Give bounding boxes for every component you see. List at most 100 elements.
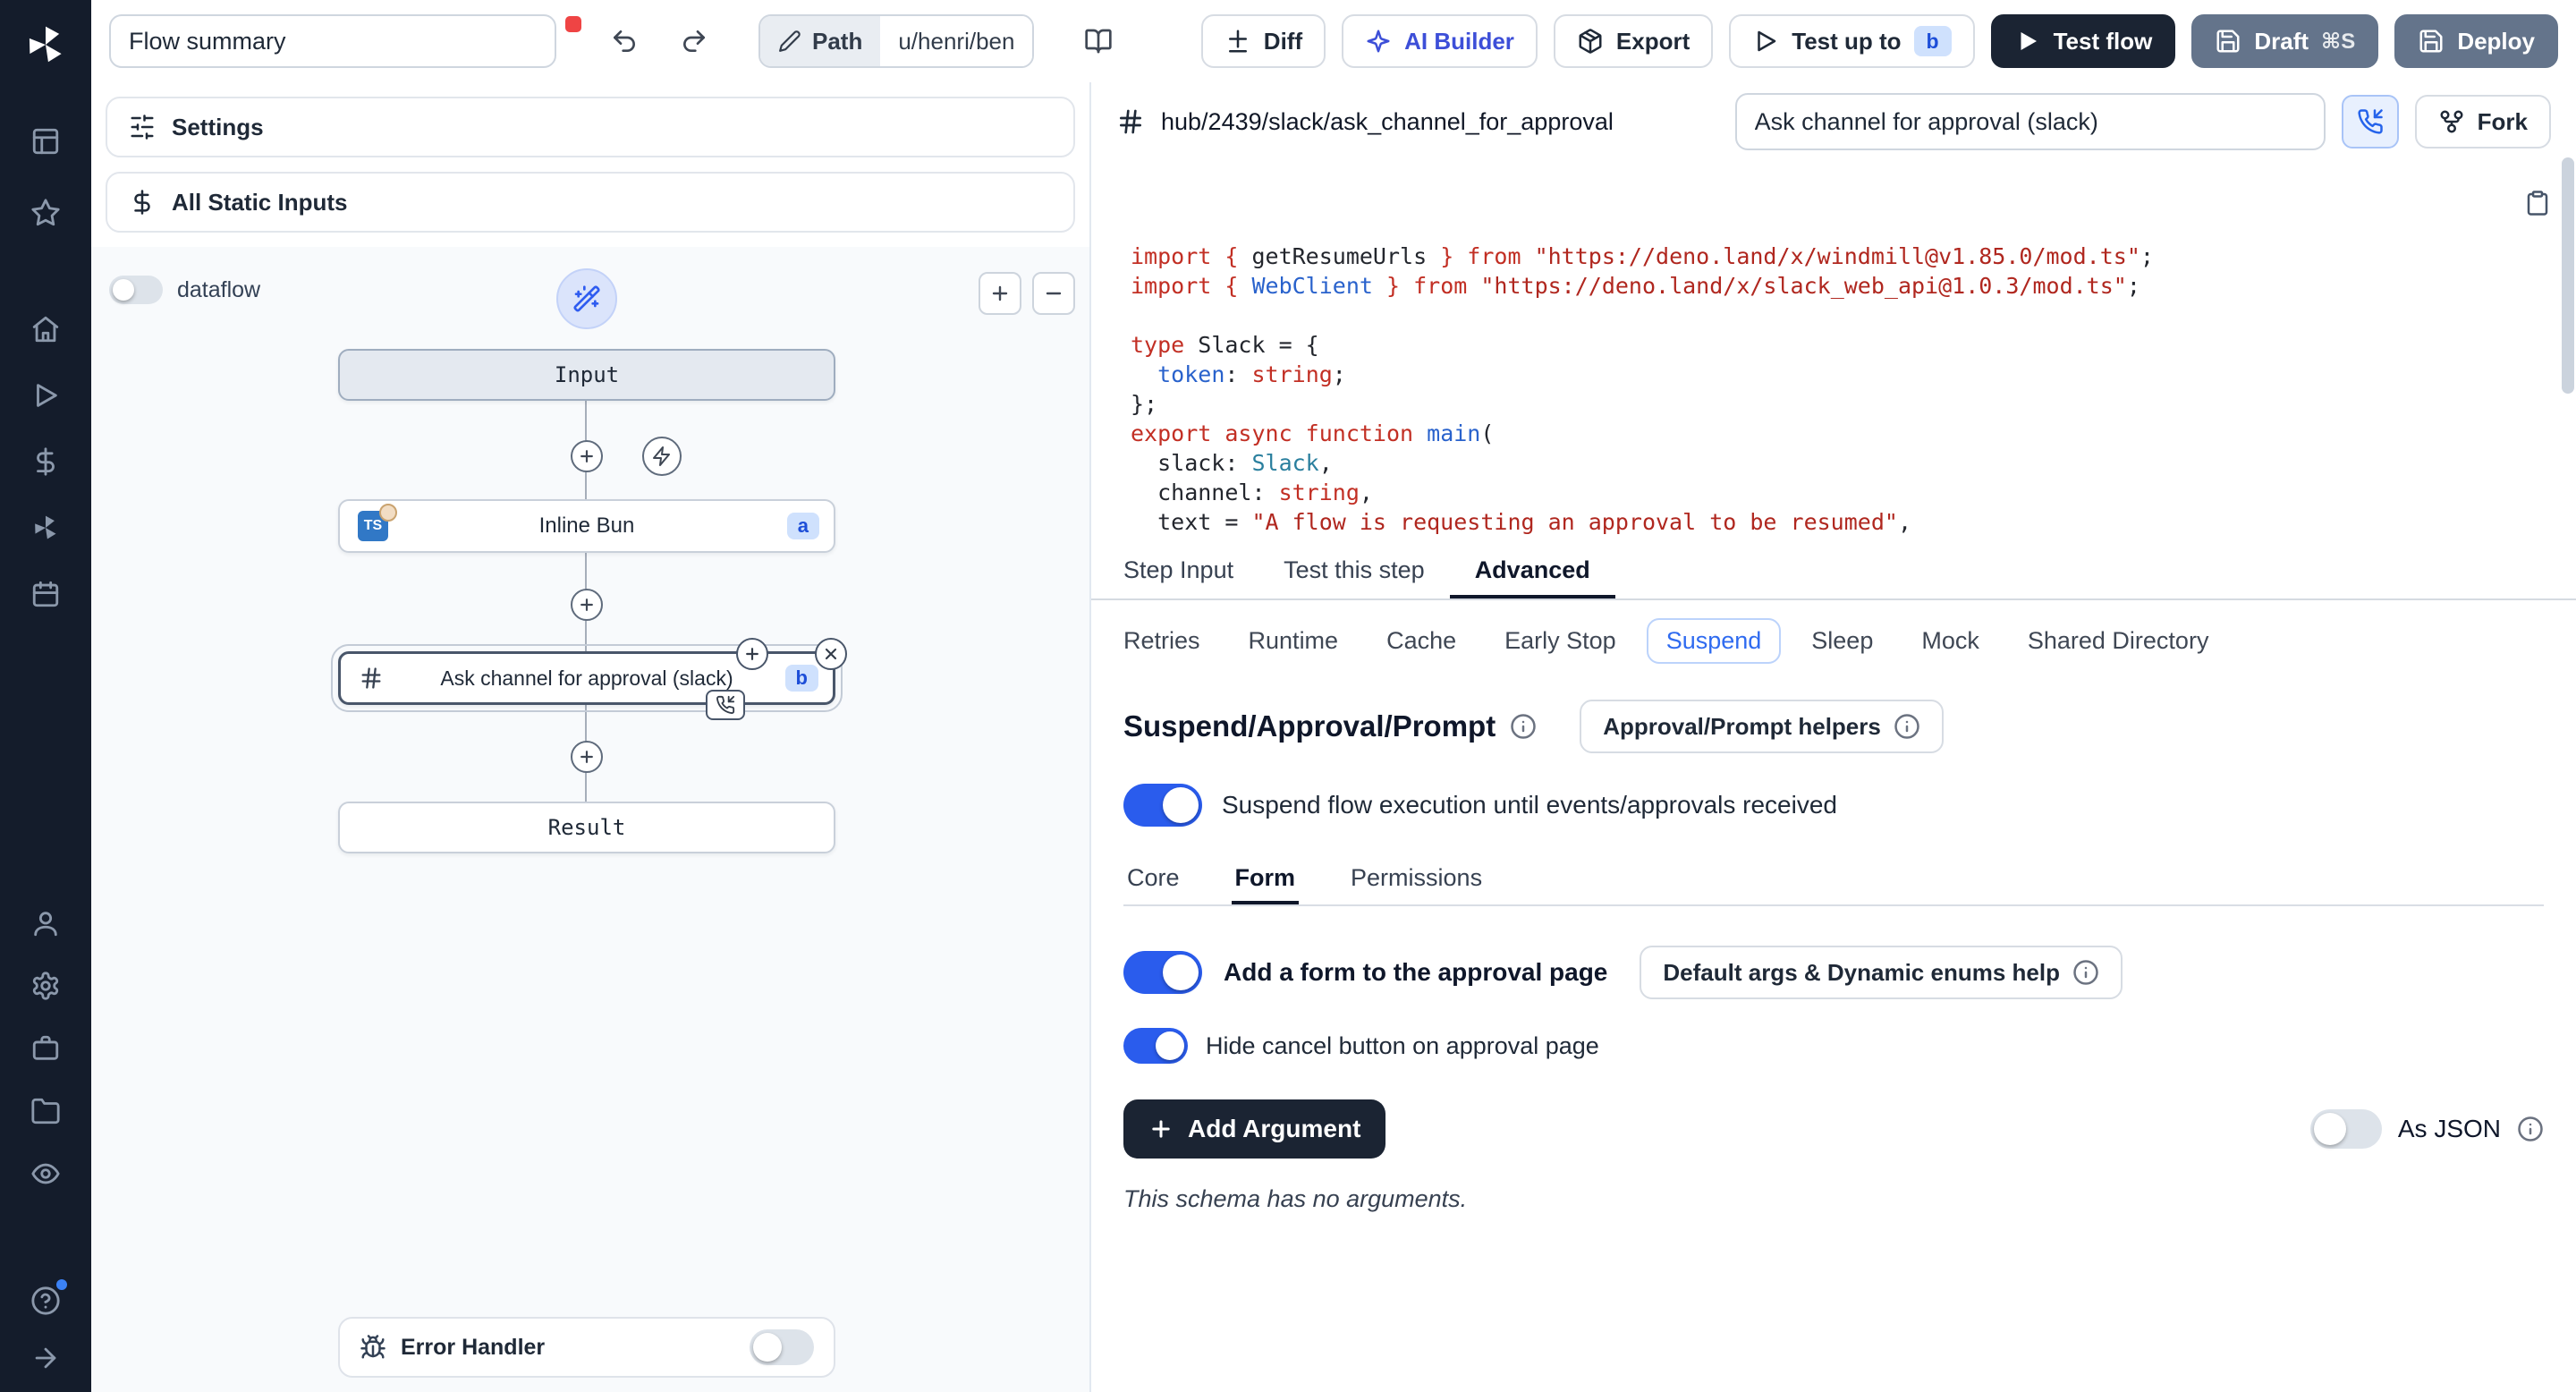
hide-cancel-toggle[interactable]: [1123, 1028, 1188, 1064]
folder-icon: [30, 1096, 61, 1126]
tab-shared-directory[interactable]: Shared Directory: [2028, 620, 2209, 662]
fork-label: Fork: [2478, 108, 2528, 136]
flow-settings-button[interactable]: Settings: [106, 97, 1075, 157]
dataflow-toggle[interactable]: [109, 276, 163, 304]
sidebar-item-favorites[interactable]: [13, 186, 78, 240]
sidebar-item-folders[interactable]: [13, 1084, 78, 1138]
tab-runtime[interactable]: Runtime: [1249, 620, 1339, 662]
sidebar-item-table[interactable]: [13, 115, 78, 168]
sidebar-item-user[interactable]: [13, 896, 78, 950]
suspend-toggle[interactable]: [1123, 784, 1202, 827]
add-form-toggle[interactable]: [1123, 951, 1202, 994]
diff-button[interactable]: Diff: [1201, 14, 1326, 68]
info-icon: [2072, 959, 2099, 986]
bolt-icon: [651, 446, 673, 467]
sidebar-item-audit[interactable]: [13, 1147, 78, 1201]
sidebar-item-runs[interactable]: [13, 369, 78, 422]
node-result[interactable]: Result: [338, 802, 835, 853]
all-static-inputs-button[interactable]: All Static Inputs: [106, 172, 1075, 233]
tab-cache[interactable]: Cache: [1386, 620, 1456, 662]
ai-builder-button[interactable]: AI Builder: [1342, 14, 1538, 68]
ai-flow-button[interactable]: [556, 268, 617, 329]
plus-icon: [578, 596, 596, 614]
sidebar-item-variables[interactable]: [13, 435, 78, 488]
zoom-out-button[interactable]: [1032, 272, 1075, 315]
pencil-icon: [778, 30, 801, 53]
vertical-scrollbar-thumb[interactable]: [2562, 157, 2574, 394]
phone-incoming-icon: [2357, 108, 2384, 135]
export-icon: [1577, 28, 1604, 55]
export-button[interactable]: Export: [1554, 14, 1713, 68]
insert-step-button[interactable]: [571, 741, 603, 773]
docs-button[interactable]: [1072, 14, 1125, 68]
flow-summary-input[interactable]: [109, 14, 556, 68]
node-inline-bun[interactable]: TS Inline Bun a: [338, 499, 835, 553]
play-icon: [1752, 28, 1779, 55]
trigger-button[interactable]: [642, 437, 682, 476]
approval-helpers-label: Approval/Prompt helpers: [1603, 713, 1881, 741]
sparkles-icon: [1365, 28, 1392, 55]
home-icon: [30, 314, 61, 344]
path-control[interactable]: Path u/henri/ben: [758, 14, 1034, 68]
path-edit-segment[interactable]: Path: [760, 16, 880, 66]
tab-test-this-step[interactable]: Test this step: [1258, 540, 1450, 598]
code-lines: import { getResumeUrls } from "https://d…: [1131, 242, 2504, 540]
suspend-status-button[interactable]: [2342, 95, 2399, 149]
test-flow-button[interactable]: Test flow: [1991, 14, 2176, 68]
phone-incoming-icon: [716, 695, 735, 715]
help-notification-dot: [56, 1279, 67, 1290]
test-up-to-button[interactable]: Test up tob: [1729, 14, 1974, 68]
tab-advanced[interactable]: Advanced: [1450, 540, 1615, 598]
dollar-icon: [30, 446, 61, 477]
node-add-button[interactable]: [736, 638, 768, 670]
fork-button[interactable]: Fork: [2415, 95, 2551, 149]
windmill-logo[interactable]: [22, 21, 69, 68]
redo-button[interactable]: [667, 14, 721, 68]
tab-mock[interactable]: Mock: [1921, 620, 1979, 662]
sidebar-collapse-button[interactable]: [13, 1331, 78, 1385]
tab-permissions[interactable]: Permissions: [1347, 852, 1486, 904]
node-badge-a: a: [787, 513, 819, 539]
tab-retries[interactable]: Retries: [1123, 620, 1200, 662]
as-json-toggle[interactable]: [2310, 1109, 2382, 1149]
tab-early-stop[interactable]: Early Stop: [1504, 620, 1616, 662]
node-input[interactable]: Input: [338, 349, 835, 401]
error-handler-row[interactable]: Error Handler: [338, 1317, 835, 1378]
zoom-controls: [979, 272, 1075, 315]
deploy-button[interactable]: Deploy: [2394, 14, 2558, 68]
as-json-row: As JSON: [2310, 1109, 2544, 1149]
sidebar-item-home[interactable]: [13, 302, 78, 356]
advanced-tabs: Retries Runtime Cache Early Stop Suspend…: [1091, 600, 2576, 678]
node-approval-step[interactable]: Ask channel for approval (slack) b: [338, 651, 835, 705]
tab-form[interactable]: Form: [1232, 852, 1300, 904]
approval-helpers-button[interactable]: Approval/Prompt helpers: [1580, 700, 1944, 753]
zoom-in-button[interactable]: [979, 272, 1021, 315]
insert-step-button[interactable]: [571, 589, 603, 621]
sidebar-item-workers[interactable]: [13, 1022, 78, 1075]
sidebar-item-resources[interactable]: [13, 501, 78, 555]
dollar-icon: [129, 189, 156, 216]
tab-step-input[interactable]: Step Input: [1098, 540, 1258, 598]
default-args-help-button[interactable]: Default args & Dynamic enums help: [1640, 946, 2123, 999]
sidebar-item-help[interactable]: [13, 1274, 78, 1328]
save-icon: [2418, 28, 2445, 55]
code-editor[interactable]: import { getResumeUrls } from "https://d…: [1091, 161, 2576, 540]
close-icon: [822, 645, 840, 663]
tab-core[interactable]: Core: [1123, 852, 1183, 904]
error-handler-toggle[interactable]: [750, 1329, 814, 1365]
bug-icon: [360, 1334, 386, 1361]
add-argument-button[interactable]: Add Argument: [1123, 1099, 1385, 1159]
sidebar-item-settings[interactable]: [13, 959, 78, 1013]
windmill-icon: [30, 513, 61, 543]
info-icon: [1894, 713, 1920, 740]
draft-button[interactable]: Draft⌘S: [2191, 14, 2378, 68]
copy-code-button[interactable]: [2524, 190, 2551, 223]
sidebar-item-schedules[interactable]: [13, 567, 78, 621]
undo-button[interactable]: [597, 14, 651, 68]
node-delete-button[interactable]: [815, 638, 847, 670]
step-name-input[interactable]: [1735, 93, 2326, 150]
tab-suspend[interactable]: Suspend: [1647, 618, 1782, 664]
sidebar-help-group: [13, 1274, 78, 1385]
insert-step-button[interactable]: [571, 440, 603, 472]
tab-sleep[interactable]: Sleep: [1811, 620, 1873, 662]
